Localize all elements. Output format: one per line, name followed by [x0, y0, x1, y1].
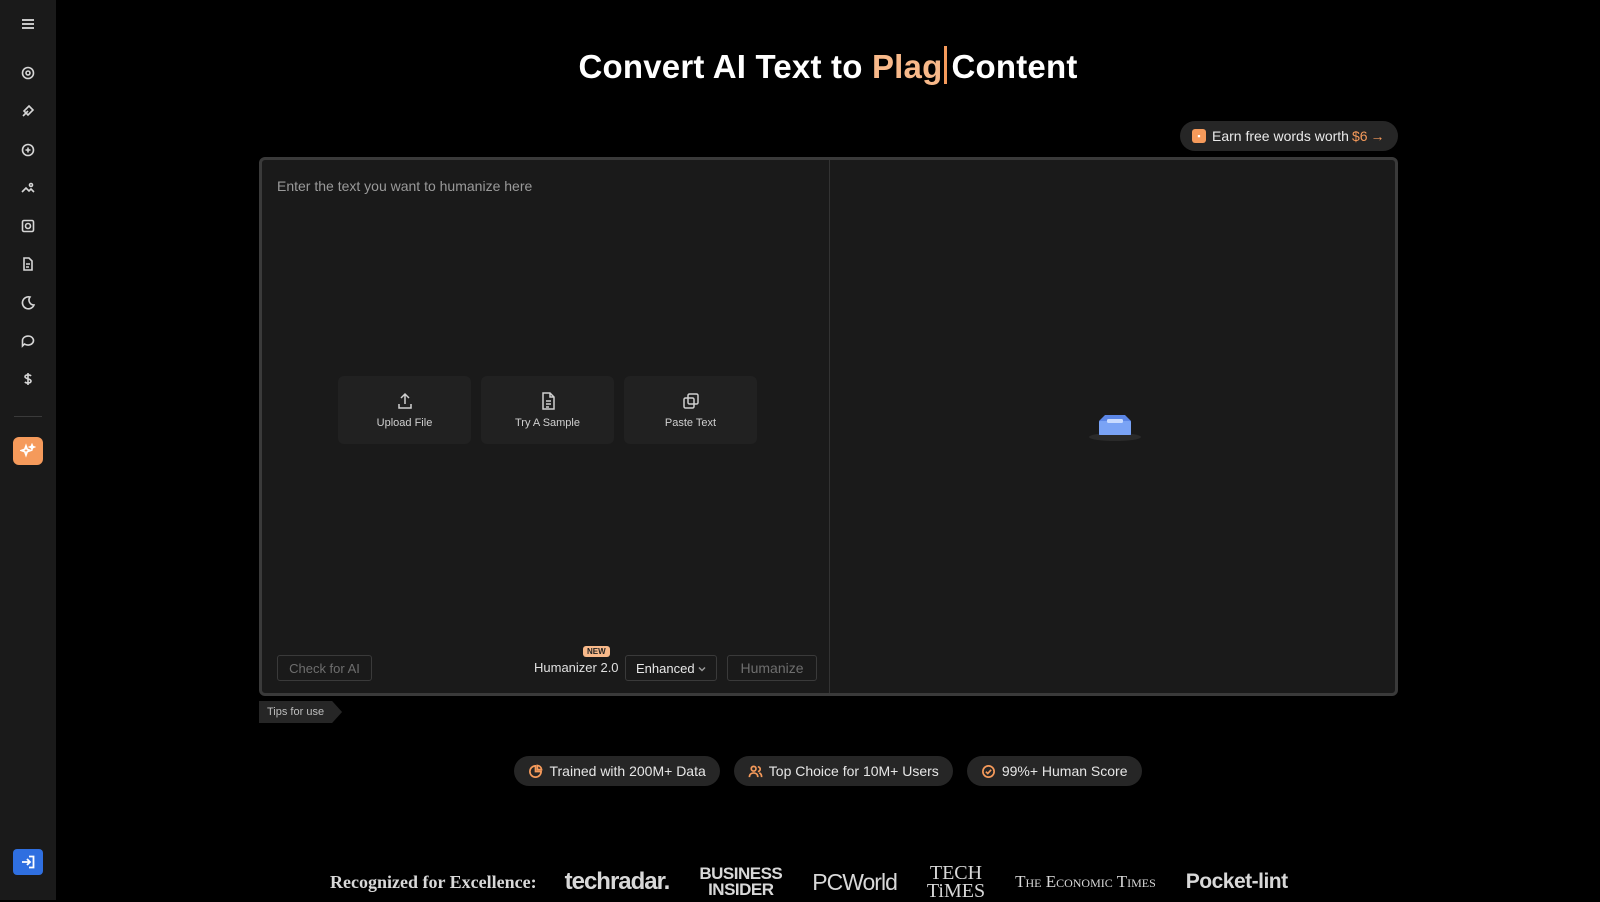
humanizer-icon[interactable] [14, 97, 42, 125]
document-icon [541, 392, 555, 410]
document-edit-icon[interactable] [14, 250, 42, 278]
humanize-button[interactable]: Humanize [727, 655, 817, 681]
title-accent: Plag [871, 48, 943, 85]
feature-label: 99%+ Human Score [1001, 763, 1128, 779]
tips-for-use-button[interactable]: Tips for use [259, 701, 343, 723]
check-circle-icon [981, 764, 995, 778]
scan-icon[interactable] [14, 136, 42, 164]
new-badge: NEW [583, 646, 610, 657]
copy-icon [682, 393, 699, 409]
check-for-ai-button[interactable]: Check for AI [277, 655, 372, 681]
mode-select[interactable]: Enhanced [625, 655, 717, 681]
sidebar-divider [14, 416, 42, 417]
menu-icon[interactable] [14, 10, 42, 38]
moon-icon[interactable] [14, 289, 42, 317]
input-placeholder[interactable]: Enter the text you want to humanize here [277, 178, 532, 194]
chat-icon[interactable] [14, 327, 42, 355]
upload-file-label: Upload File [376, 417, 433, 429]
pcworld-logo: PCWorld [812, 868, 898, 895]
techradar-logo: techradar. [564, 868, 671, 895]
tech-line2: TiMES [926, 880, 986, 902]
recognition-label: Recognized for Excellence: [330, 871, 537, 892]
mode-value: Enhanced [636, 660, 695, 676]
paste-text-label: Paste Text [664, 417, 717, 429]
login-icon[interactable] [13, 849, 43, 875]
arrow-right-icon: → [1370, 128, 1385, 144]
chart-pie-icon [529, 763, 544, 778]
try-sample-button[interactable]: Try A Sample [481, 376, 614, 444]
input-pane[interactable]: Enter the text you want to humanize here… [262, 160, 830, 693]
upload-icon [397, 392, 412, 409]
feature-label: Trained with 200M+ Data [549, 763, 706, 779]
earn-text: Earn free words worth [1212, 128, 1349, 144]
recognition-strip: Recognized for Excellence: techradar. BU… [330, 863, 1318, 902]
image-tool-icon[interactable] [14, 174, 42, 202]
gift-icon: ▪ [1192, 129, 1206, 143]
pocket-lint-logo: Pocket-lint [1185, 870, 1288, 893]
paste-text-button[interactable]: Paste Text [624, 376, 757, 444]
try-sample-label: Try A Sample [514, 417, 580, 429]
humanizer-editor: Enter the text you want to humanize here… [259, 157, 1398, 696]
humanizer-version-label: Humanizer 2.0 [534, 660, 619, 675]
feature-badges: Trained with 200M+ Data Top Choice for 1… [56, 756, 1600, 786]
sidebar [0, 0, 56, 900]
feature-badge-data: Trained with 200M+ Data [514, 756, 720, 786]
title-suffix: Content [951, 48, 1078, 85]
business-insider-logo: BUSINESS INSIDER [699, 865, 782, 899]
ai-detector-icon[interactable] [14, 59, 42, 87]
users-icon [748, 765, 763, 777]
dollar-icon[interactable] [14, 365, 42, 393]
feature-badge-users: Top Choice for 10M+ Users [733, 756, 953, 786]
typing-cursor [944, 46, 948, 84]
frame-icon[interactable] [14, 212, 42, 240]
bi-line2: INSIDER [708, 880, 774, 899]
title-prefix: Convert AI Text to [578, 48, 872, 85]
feature-label: Top Choice for 10M+ Users [768, 763, 939, 779]
tech-times-logo: TECH TiMES [926, 863, 986, 902]
economic-times-logo: The Economic Times [1015, 872, 1156, 891]
output-pane [830, 160, 1395, 693]
ai-sparkle-icon[interactable] [13, 437, 43, 465]
chevron-down-icon [697, 662, 707, 672]
empty-box-icon [1089, 415, 1141, 441]
feature-badge-score: 99%+ Human Score [966, 756, 1142, 786]
page-title: Convert AI Text to Plag Content [56, 46, 1600, 86]
earn-free-words-button[interactable]: ▪ Earn free words worth $6 → [1180, 121, 1398, 151]
upload-file-button[interactable]: Upload File [338, 376, 471, 444]
earn-amount: $6 [1351, 128, 1368, 144]
